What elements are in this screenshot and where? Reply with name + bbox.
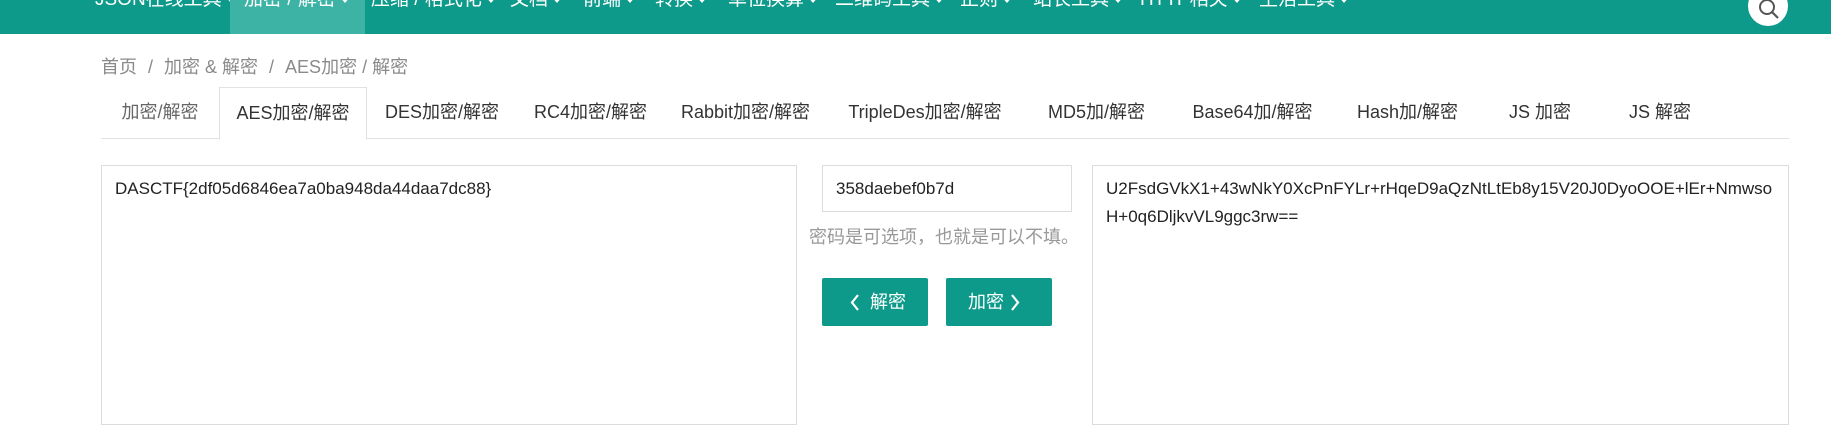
tab-encrypt-decrypt[interactable]: 加密/解密 [101,87,219,139]
tab-label: Rabbit加密/解密 [680,102,811,122]
nav-item-label: 前端 [583,0,621,10]
tab-md5[interactable]: MD5加/解密 [1023,87,1170,139]
tab-label: 加密/解密 [121,102,199,122]
search-button[interactable] [1748,0,1788,26]
tab-label: TripleDes加密/解密 [848,102,1002,122]
chevron-down-icon [1338,0,1351,3]
top-navbar: JSON在线工具 加密 / 解密 压缩 / 格式化 文档 前端 转换 单位换算 … [0,0,1831,34]
chevron-left-icon [850,294,859,311]
nav-item-label: HTTP相关 [1140,0,1228,10]
chevron-down-icon [484,0,497,3]
chevron-down-icon [1001,0,1014,3]
breadcrumb-separator: / [148,57,154,77]
nav-item-label: 文档 [510,0,548,10]
nav-item-unit-conversion[interactable]: 单位换算 [728,0,820,34]
nav-item-label: JSON在线工具 [95,0,222,10]
nav-item-regex[interactable]: 正则 [960,0,1014,34]
chevron-down-icon [1112,0,1125,3]
nav-item-qrcode-tools[interactable]: 二维码工具 [835,0,946,34]
tab-base64[interactable]: Base64加/解密 [1170,87,1335,139]
tab-tripledes[interactable]: TripleDes加密/解密 [827,87,1023,139]
tab-rc4[interactable]: RC4加密/解密 [517,87,664,139]
password-hint: 密码是可选项，也就是可以不填。 [809,227,1079,247]
tool-tabs: 加密/解密 AES加密/解密 DES加密/解密 RC4加密/解密 Rabbit加… [101,87,1789,140]
tab-label: Hash加/解密 [1356,102,1459,122]
nav-item-compress-format[interactable]: 压缩 / 格式化 [371,0,497,34]
chevron-down-icon [1230,0,1243,3]
nav-item-encrypt-decrypt[interactable]: 加密 / 解密 [230,0,365,34]
tab-js-encrypt[interactable]: JS 加密 [1480,87,1600,139]
tab-label: Base64加/解密 [1192,102,1313,122]
tab-label: JS 加密 [1508,102,1571,122]
nav-item-json-tools[interactable]: JSON在线工具 [95,0,237,34]
nav-item-frontend[interactable]: 前端 [583,0,637,34]
nav-item-life-tools[interactable]: 生活工具 [1259,0,1351,34]
tab-label: RC4加密/解密 [533,102,647,122]
chevron-down-icon [933,0,946,3]
search-icon [1759,0,1779,19]
nav-item-docs[interactable]: 文档 [510,0,564,34]
nav-item-label: 加密 / 解密 [244,0,336,10]
tab-hash[interactable]: Hash加/解密 [1335,87,1480,139]
chevron-down-icon [551,0,564,3]
nav-item-label: 二维码工具 [835,0,930,10]
nav-item-label: 站长工具 [1033,0,1109,10]
nav-item-label: 正则 [960,0,998,10]
plaintext-textarea[interactable]: DASCTF{2df05d6846ea7a0ba948da44daa7dc88} [101,165,797,425]
tab-label: DES加密/解密 [384,102,499,122]
tab-js-decrypt[interactable]: JS 解密 [1600,87,1720,139]
tab-label: AES加密/解密 [236,103,350,123]
breadcrumb-separator: / [269,57,275,77]
tab-aes[interactable]: AES加密/解密 [219,87,367,140]
tab-rabbit[interactable]: Rabbit加密/解密 [664,87,827,139]
ciphertext-textarea[interactable]: U2FsdGVkX1+43wNkY0XcPnFYLr+rHqeD9aQzNtLt… [1092,165,1789,425]
chevron-down-icon [338,0,351,3]
chevron-down-icon [624,0,637,3]
breadcrumb-home[interactable]: 首页 [101,57,137,77]
breadcrumb-encrypt-decrypt[interactable]: 加密 & 解密 [164,57,258,77]
breadcrumb: 首页 / 加密 & 解密 / AES加密 / 解密 [101,53,408,79]
chevron-down-icon [807,0,820,3]
nav-item-label: 压缩 / 格式化 [371,0,482,10]
decrypt-button[interactable]: 解密 [822,278,928,326]
encrypt-button-label: 加密 [968,292,1004,312]
nav-item-webmaster-tools[interactable]: 站长工具 [1033,0,1125,34]
nav-item-label: 转换 [655,0,693,10]
nav-item-convert[interactable]: 转换 [655,0,709,34]
tab-des[interactable]: DES加密/解密 [367,87,517,139]
nav-item-label: 单位换算 [728,0,804,10]
nav-item-http[interactable]: HTTP相关 [1140,0,1243,34]
encrypt-button[interactable]: 加密 [946,278,1052,326]
chevron-down-icon [696,0,709,3]
tab-label: JS 解密 [1628,102,1691,122]
chevron-right-icon [1011,294,1020,311]
tab-label: MD5加/解密 [1047,102,1145,122]
decrypt-button-label: 解密 [870,292,906,312]
breadcrumb-current: AES加密 / 解密 [285,57,409,77]
password-input[interactable]: 358daebef0b7d [822,165,1072,212]
nav-item-label: 生活工具 [1259,0,1335,10]
